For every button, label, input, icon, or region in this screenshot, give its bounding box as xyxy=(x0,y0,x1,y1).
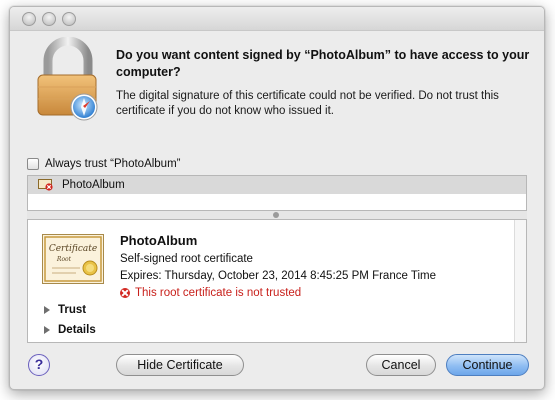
always-trust-label: Always trust “PhotoAlbum” xyxy=(45,158,181,170)
certificate-name: PhotoAlbum xyxy=(120,233,198,248)
pane-splitter-handle[interactable] xyxy=(27,211,527,219)
error-icon xyxy=(120,288,130,298)
always-trust-option[interactable]: Always trust “PhotoAlbum” xyxy=(27,158,181,170)
details-disclosure[interactable]: Details xyxy=(44,324,96,336)
certificate-status: This root certificate is not trusted xyxy=(120,287,301,299)
disclosure-triangle-icon[interactable] xyxy=(44,306,50,314)
certificate-image-subtitle: Root xyxy=(56,256,72,263)
trust-dialog-window: Do you want content signed by “PhotoAlbu… xyxy=(9,6,545,390)
trust-label: Trust xyxy=(58,304,87,316)
certificate-chain-list[interactable]: PhotoAlbum xyxy=(27,175,527,211)
certificate-expiration: Expires: Thursday, October 23, 2014 8:45… xyxy=(120,270,436,282)
details-scrollbar[interactable] xyxy=(514,220,526,342)
dialog-explanation: The digital signature of this certificat… xyxy=(116,90,499,117)
cancel-button[interactable]: Cancel xyxy=(366,354,436,376)
always-trust-checkbox[interactable] xyxy=(27,158,39,170)
certificate-details-pane: Certificate Root PhotoAlbum Self-signed … xyxy=(27,219,527,343)
disclosure-triangle-icon[interactable] xyxy=(44,326,50,334)
continue-button[interactable]: Continue xyxy=(446,354,529,376)
certificate-status-text: This root certificate is not trusted xyxy=(135,287,302,299)
chain-item-label: PhotoAlbum xyxy=(62,179,125,191)
dialog-question: Do you want content signed by “PhotoAlbu… xyxy=(116,48,530,79)
help-button[interactable]: ? xyxy=(28,354,50,376)
title-bar xyxy=(10,7,544,31)
hide-certificate-button[interactable]: Hide Certificate xyxy=(116,354,244,376)
details-label: Details xyxy=(58,324,96,336)
certificate-error-icon xyxy=(38,179,53,191)
trust-disclosure[interactable]: Trust xyxy=(44,304,86,316)
zoom-window-button[interactable] xyxy=(62,12,76,26)
certificate-image-title: Certificate xyxy=(49,244,97,254)
padlock-icon xyxy=(37,37,98,121)
splitter-dot-icon xyxy=(273,212,279,218)
certificate-image-icon: Certificate Root xyxy=(42,234,104,284)
minimize-window-button[interactable] xyxy=(42,12,56,26)
close-window-button[interactable] xyxy=(22,12,36,26)
certificate-type: Self-signed root certificate xyxy=(120,253,253,265)
chain-item-photoalbum[interactable]: PhotoAlbum xyxy=(28,176,526,194)
